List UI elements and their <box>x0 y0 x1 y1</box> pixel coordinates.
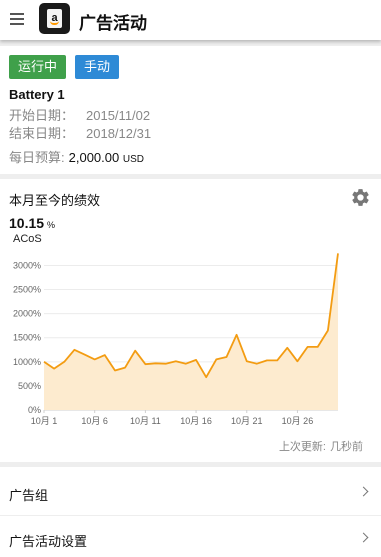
acos-number: 10.15 <box>9 215 45 231</box>
ad-groups-label: 广告组 <box>9 488 49 503</box>
targeting-badge-manual: 手动 <box>75 55 120 79</box>
x-tick-label: 10月 6 <box>81 416 108 426</box>
last-updated-value: 几秒前 <box>330 441 363 453</box>
y-tick-label: 1000% <box>13 357 41 367</box>
menu-icon[interactable] <box>10 13 24 25</box>
performance-title: 本月至今的绩效 <box>9 193 101 208</box>
daily-budget-value: 2,000.00 <box>68 150 120 165</box>
y-tick-label: 2500% <box>13 285 41 295</box>
list-item-campaign-settings[interactable]: 广告活动设置 <box>0 516 381 557</box>
start-date-value: 2015/11/02 <box>86 108 151 123</box>
daily-budget-label: 每日预算: <box>9 150 65 165</box>
acos-unit: % <box>47 220 56 230</box>
last-updated-label: 上次更新: <box>278 441 326 453</box>
x-tick-label: 10月 16 <box>180 416 212 426</box>
acos-value: 10.15% <box>9 215 55 231</box>
acos-chart: 0%500%1000%1500%2000%2500%3000% 10月 1 10月… <box>13 253 339 426</box>
campaign-name: Battery 1 <box>9 87 65 102</box>
x-tick-label: 10月 11 <box>130 416 161 426</box>
list-item-ad-groups[interactable]: 广告组 <box>0 467 381 515</box>
app-bar: a 广告活动 <box>0 0 381 40</box>
end-date-label: 结束日期： <box>9 126 75 141</box>
chart-y-axis: 0% 500% 1000% 1500% 2000% 2500% 3000% <box>13 260 41 415</box>
logo-letter: a <box>47 9 62 28</box>
status-badge-running: 运行中 <box>9 55 67 79</box>
start-date-label: 开始日期： <box>9 108 75 123</box>
performance-card: 本月至今的绩效 10.15% ACoS 0% 500% 1000% 1500% 2000… <box>0 179 381 462</box>
acos-series-area <box>44 253 338 410</box>
start-date-row: 开始日期： 2015/11/02 <box>9 105 150 124</box>
y-tick-label: 0% <box>28 405 41 415</box>
campaign-settings-label: 广告活动设置 <box>9 534 88 549</box>
y-tick-label: 1500% <box>13 333 41 343</box>
page-title: 广告活动 <box>79 14 147 33</box>
x-tick-label: 10月 1 <box>31 416 58 426</box>
chevron-right-icon <box>358 532 369 543</box>
end-date-row: 结束日期： 2018/12/31 <box>9 123 151 142</box>
y-tick-label: 500% <box>18 381 41 391</box>
daily-budget-currency: USD <box>122 154 144 165</box>
end-date-value: 2018/12/31 <box>86 126 152 141</box>
y-tick-label: 2000% <box>13 309 41 319</box>
chart-x-axis: 10月 1 10月 6 10月 11 10月 16 10月 21 10月 26 <box>31 410 313 426</box>
daily-budget-row: 每日预算: 2,000.00 USD <box>9 147 144 166</box>
x-tick-label: 10月 21 <box>231 416 263 426</box>
amazon-tag-icon: a <box>39 3 70 34</box>
campaign-summary-card: 运行中 手动 Battery 1 开始日期： 2015/11/02 结束日期： 20… <box>0 46 381 174</box>
last-updated: 上次更新: 几秒前 <box>279 438 363 454</box>
gear-icon[interactable] <box>350 187 371 208</box>
acos-label: ACoS <box>13 233 42 245</box>
chevron-right-icon <box>358 486 369 497</box>
y-tick-label: 3000% <box>13 260 41 270</box>
x-tick-label: 10月 26 <box>282 416 314 426</box>
